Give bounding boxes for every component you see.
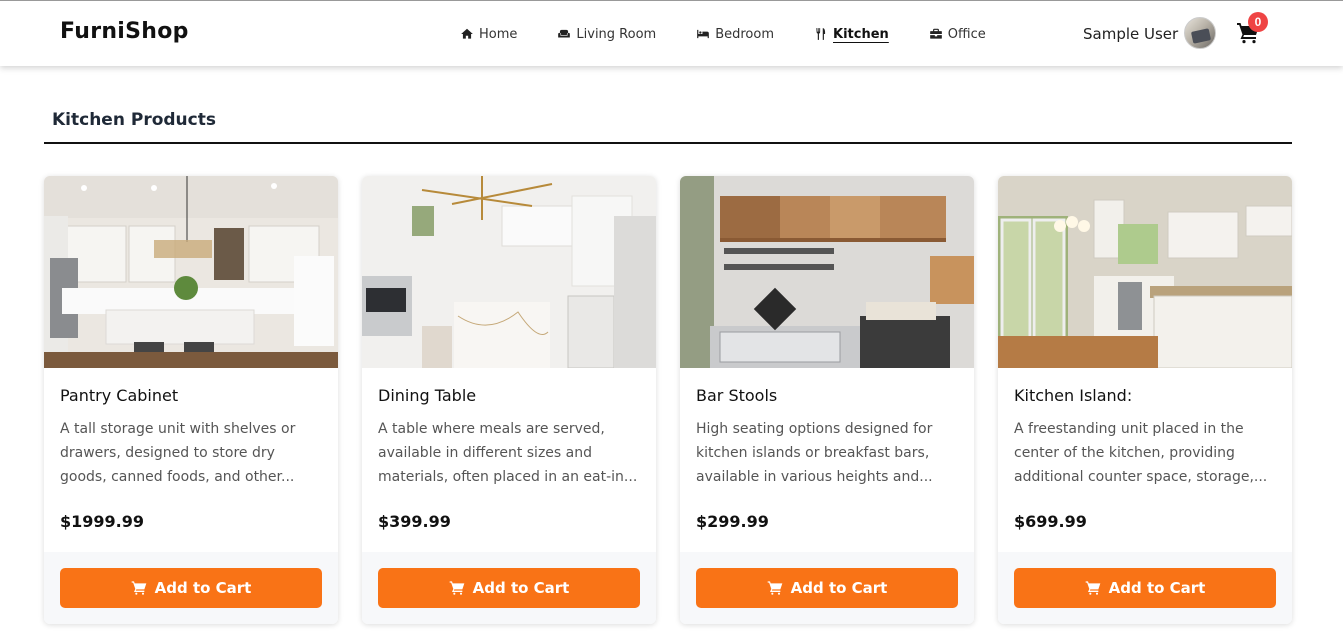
product-card: Pantry Cabinet A tall storage unit with … — [44, 176, 338, 624]
section-divider — [44, 142, 1292, 144]
product-image[interactable] — [998, 176, 1292, 368]
product-description: High seating options designed for kitche… — [696, 421, 933, 485]
section-title: Kitchen Products — [52, 110, 216, 130]
navbar: FurniShop Home Living Room Bedroom Kitch… — [0, 0, 1343, 66]
add-to-cart-label: Add to Cart — [1108, 579, 1206, 597]
product-description: A tall storage unit with shelves or draw… — [60, 421, 296, 485]
brand-logo[interactable]: FurniShop — [60, 19, 189, 44]
add-to-cart-button[interactable]: Add to Cart — [1014, 568, 1276, 608]
shopping-cart-icon — [449, 581, 464, 595]
product-price: $299.99 — [696, 512, 769, 531]
user-name[interactable]: Sample User — [1083, 25, 1178, 43]
add-to-cart-label: Add to Cart — [472, 579, 570, 597]
couch-icon — [558, 29, 571, 38]
product-card: Dining Table A table where meals are ser… — [362, 176, 656, 624]
add-to-cart-button[interactable]: Add to Cart — [696, 568, 958, 608]
product-description: A freestanding unit placed in the center… — [1014, 421, 1268, 485]
nav-item-label: Bedroom — [715, 26, 775, 42]
nav-item-label: Office — [947, 26, 986, 42]
nav-item-office[interactable]: Office — [929, 24, 986, 44]
add-to-cart-button[interactable]: Add to Cart — [60, 568, 322, 608]
cart-count-badge: 0 — [1248, 12, 1268, 32]
product-image[interactable] — [44, 176, 338, 368]
product-name[interactable]: Pantry Cabinet — [60, 386, 322, 405]
product-price: $1999.99 — [60, 512, 145, 531]
shopping-cart-icon — [1085, 581, 1100, 595]
product-name[interactable]: Dining Table — [378, 386, 640, 405]
product-price: $699.99 — [1014, 512, 1087, 531]
nav-links: Home Living Room Bedroom Kitchen Office — [460, 24, 1026, 44]
bed-icon — [697, 29, 710, 39]
utensils-icon — [816, 28, 826, 40]
product-price: $399.99 — [378, 512, 451, 531]
nav-item-label: Kitchen — [833, 26, 889, 42]
card-footer: Add to Cart — [362, 552, 656, 624]
card-footer: Add to Cart — [44, 552, 338, 624]
shopping-cart-icon — [131, 581, 146, 595]
home-icon — [461, 28, 473, 39]
add-to-cart-label: Add to Cart — [154, 579, 252, 597]
nav-item-kitchen[interactable]: Kitchen — [814, 24, 889, 44]
nav-item-living-room[interactable]: Living Room — [557, 24, 656, 44]
add-to-cart-label: Add to Cart — [790, 579, 888, 597]
product-card: Bar Stools High seating options designed… — [680, 176, 974, 624]
nav-item-label: Home — [479, 26, 518, 42]
product-name[interactable]: Kitchen Island: — [1014, 386, 1276, 405]
cart-button[interactable]: 0 — [1236, 12, 1268, 47]
briefcase-icon — [929, 28, 942, 39]
product-image[interactable] — [680, 176, 974, 368]
nav-item-home[interactable]: Home — [460, 24, 517, 44]
avatar[interactable] — [1184, 17, 1216, 49]
nav-item-label: Living Room — [576, 26, 657, 42]
card-footer: Add to Cart — [680, 552, 974, 624]
product-description: A table where meals are served, availabl… — [378, 421, 638, 485]
add-to-cart-button[interactable]: Add to Cart — [378, 568, 640, 608]
product-image[interactable] — [362, 176, 656, 368]
product-name[interactable]: Bar Stools — [696, 386, 958, 405]
card-footer: Add to Cart — [998, 552, 1292, 624]
product-card: Kitchen Island: A freestanding unit plac… — [998, 176, 1292, 624]
shopping-cart-icon — [767, 581, 782, 595]
avatar-image — [1190, 28, 1212, 44]
nav-item-bedroom[interactable]: Bedroom — [696, 24, 774, 44]
